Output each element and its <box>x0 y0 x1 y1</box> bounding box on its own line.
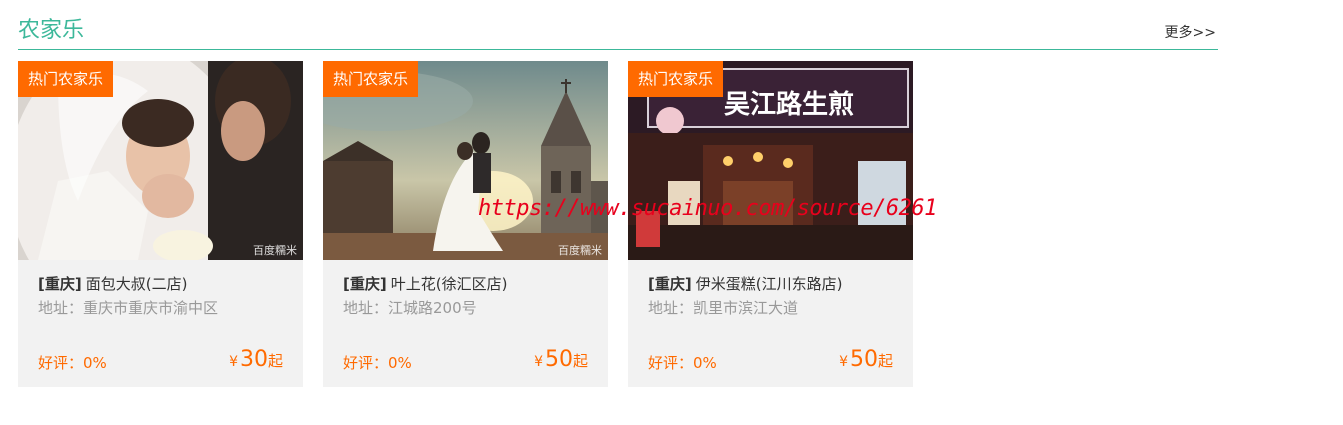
overlay-url-watermark: https://www.sucainuo.com/source/6261 <box>478 196 937 221</box>
listing-rating: 好评：0% <box>38 354 107 372</box>
listing-title: 叶上花(徐汇区店) <box>390 275 508 293</box>
listing-price: ¥30起 <box>229 347 283 372</box>
listing-card[interactable]: 热门农家乐 百度糯米 [重庆] 面包大叔(二店) 地址：重庆市重庆市渝中区 好评：… <box>18 61 303 387</box>
price-suffix: 起 <box>572 352 588 370</box>
hot-badge: 热门农家乐 <box>323 61 419 97</box>
listing-photo[interactable]: 热门农家乐 百度糯米 <box>323 61 608 260</box>
price-suffix: 起 <box>267 352 283 370</box>
listing-name[interactable]: [重庆] 叶上花(徐汇区店) <box>343 273 507 294</box>
listing-title: 面包大叔(二店) <box>85 275 188 293</box>
more-link[interactable]: 更多>> <box>1165 22 1216 42</box>
currency-symbol: ¥ <box>229 354 238 370</box>
listing-photo[interactable]: 吴江路生煎 热门农家乐 <box>628 61 913 260</box>
price-value: 50 <box>849 347 878 372</box>
listing-name[interactable]: [重庆] 伊米蛋糕(江川东路店) <box>648 273 842 294</box>
listing-region: [重庆] <box>38 275 82 293</box>
section-header: 农家乐 更多>> <box>18 8 1218 50</box>
shop-sign-text: 吴江路生煎 <box>724 89 854 120</box>
photo-watermark: 百度糯米 <box>253 244 297 257</box>
listing-title: 伊米蛋糕(江川东路店) <box>695 275 843 293</box>
listing-price: ¥50起 <box>839 347 893 372</box>
currency-symbol: ¥ <box>534 354 543 370</box>
listing-region: [重庆] <box>648 275 692 293</box>
hot-badge: 热门农家乐 <box>628 61 724 97</box>
hot-badge: 热门农家乐 <box>18 61 114 97</box>
listing-price: ¥50起 <box>534 347 588 372</box>
listing-rating: 好评：0% <box>648 354 717 372</box>
listing-photo[interactable]: 热门农家乐 百度糯米 <box>18 61 303 260</box>
price-value: 30 <box>239 347 268 372</box>
section-title: 农家乐 <box>18 18 85 43</box>
listing-address: 地址：江城路200号 <box>343 299 477 317</box>
listing-region: [重庆] <box>343 275 387 293</box>
listing-address: 地址：凯里市滨江大道 <box>648 299 799 317</box>
price-suffix: 起 <box>877 352 893 370</box>
listing-address: 地址：重庆市重庆市渝中区 <box>38 299 219 317</box>
currency-symbol: ¥ <box>839 354 848 370</box>
listing-name[interactable]: [重庆] 面包大叔(二店) <box>38 273 187 294</box>
listing-rating: 好评：0% <box>343 354 412 372</box>
photo-watermark: 百度糯米 <box>558 244 602 257</box>
listing-card[interactable]: 吴江路生煎 热门农家乐 [重庆] 伊米蛋糕(江川东路店) 地址：凯里市滨江大道 好… <box>628 61 913 387</box>
price-value: 50 <box>544 347 573 372</box>
listing-card[interactable]: 热门农家乐 百度糯米 [重庆] 叶上花(徐汇区店) 地址：江城路200号 好评：0… <box>323 61 608 387</box>
